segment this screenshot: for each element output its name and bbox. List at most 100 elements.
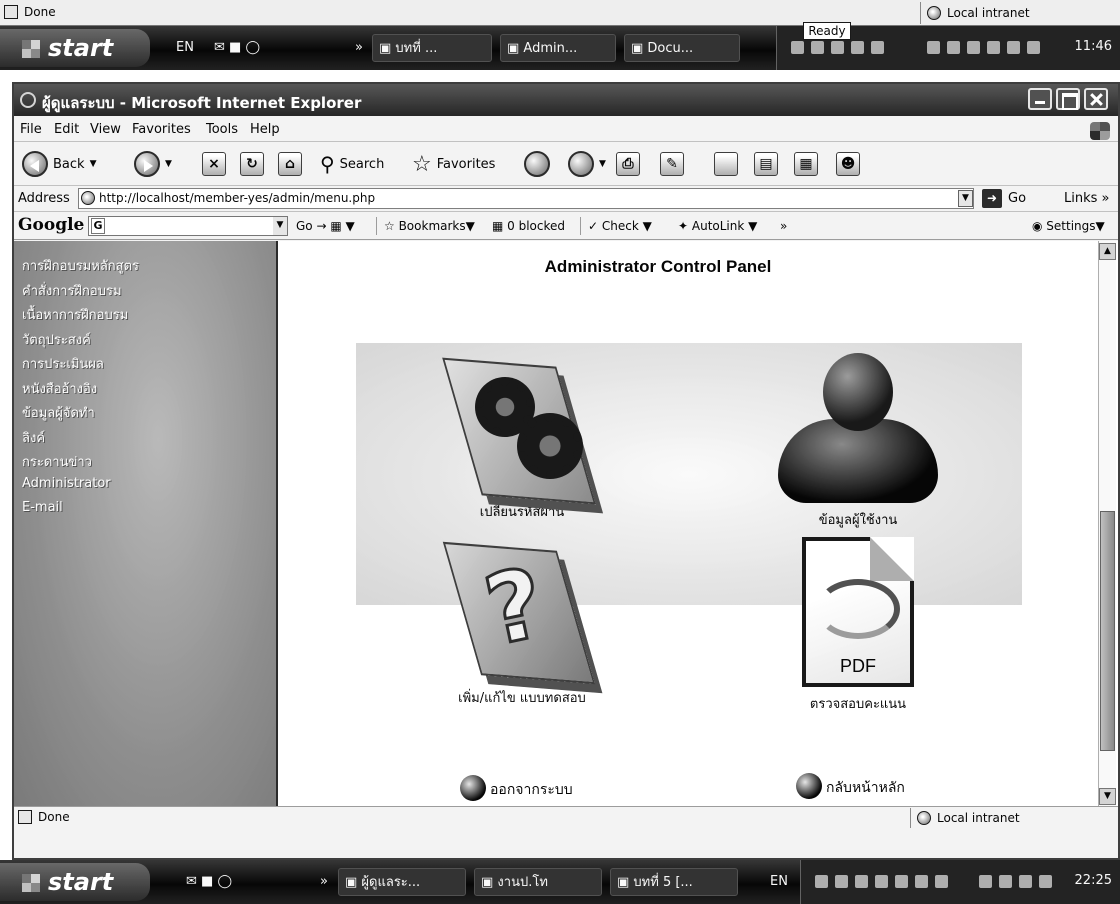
search-button[interactable]: ⚲ Search: [320, 148, 384, 180]
sidebar-item-training-content[interactable]: เนื้อหาการฝึกอบรม: [22, 304, 139, 329]
menu-favorites[interactable]: Favorites: [132, 122, 191, 137]
back-button[interactable]: Back ▼: [22, 148, 96, 180]
forward-button[interactable]: ▼: [134, 148, 172, 180]
ie-zone: Local intranet: [910, 808, 1110, 828]
menu-file[interactable]: File: [20, 122, 42, 137]
sidebar-item-administrator[interactable]: Administrator: [22, 476, 139, 501]
menu-edit[interactable]: Edit: [54, 122, 79, 137]
tray-icon[interactable]: [871, 41, 884, 54]
sidebar-item-email[interactable]: E-mail: [22, 500, 139, 525]
address-dropdown-icon[interactable]: ▼: [958, 190, 973, 207]
chevron-down-icon[interactable]: ▼: [273, 217, 287, 235]
logout-link[interactable]: ออกจากระบบ: [460, 775, 573, 801]
print-button[interactable]: ⎙: [616, 148, 640, 180]
tray-icon[interactable]: [875, 875, 888, 888]
edit-button[interactable]: ✎: [660, 148, 684, 180]
scroll-thumb[interactable]: [1100, 511, 1115, 751]
autolink-button[interactable]: ✦ AutoLink ▼: [678, 219, 757, 233]
sidebar-item-training-course[interactable]: การฝึกอบรมหลักสูตร: [22, 255, 139, 280]
messenger-button[interactable]: ▦: [794, 148, 818, 180]
sidebar-item-evaluation[interactable]: การประเมินผล: [22, 353, 139, 378]
window-titlebar[interactable]: ผู้ดูแลระบบ - Microsoft Internet Explore…: [14, 84, 1118, 116]
language-indicator[interactable]: EN: [176, 38, 194, 58]
research-button[interactable]: ▤: [754, 148, 778, 180]
tray-icon[interactable]: [947, 41, 960, 54]
home-button[interactable]: ⌂: [278, 148, 302, 180]
tray-icon[interactable]: [1027, 41, 1040, 54]
tray-icon[interactable]: [935, 875, 948, 888]
tray-icon[interactable]: [1039, 875, 1052, 888]
taskbar-item-1[interactable]: ▣ Admin...: [500, 34, 616, 62]
tray-icon[interactable]: [835, 875, 848, 888]
discuss-button[interactable]: [714, 148, 738, 180]
stop-button[interactable]: ×: [202, 148, 226, 180]
sidebar-item-references[interactable]: หนังสืออ้างอิง: [22, 378, 139, 403]
address-input[interactable]: http://localhost/member-yes/admin/menu.p…: [78, 188, 974, 209]
user-info-tile[interactable]: ข้อมูลผู้ใช้งาน: [758, 353, 958, 530]
mail-button[interactable]: ▼: [568, 148, 606, 180]
start-button[interactable]: start: [0, 29, 150, 67]
minimize-button[interactable]: [1028, 88, 1052, 110]
tray-icon[interactable]: [927, 41, 940, 54]
popup-blocker-button[interactable]: ▦ 0 blocked: [492, 219, 565, 233]
tray-icon[interactable]: [999, 875, 1012, 888]
vertical-scrollbar[interactable]: ▲ ▼: [1048, 241, 1118, 807]
tray-icon[interactable]: [811, 41, 824, 54]
quicklaunch-chevron[interactable]: »: [355, 38, 363, 58]
taskbar-item-0[interactable]: ▣ บทที่ ...: [372, 34, 492, 62]
tray-clock[interactable]: 22:25: [1075, 873, 1112, 888]
tray-icon[interactable]: [895, 875, 908, 888]
google-go-button[interactable]: Go → ▦ ▼: [296, 219, 355, 233]
messenger-button[interactable]: ☻: [836, 148, 860, 180]
ie-status-done: Done: [18, 810, 70, 824]
maximize-button[interactable]: [1056, 88, 1080, 110]
taskbar-item-0[interactable]: ▣ ผู้ดูแลระ...: [338, 868, 466, 896]
edit-quiz-tile[interactable]: ? เพิ่ม/แก้ไข แบบทดสอบ: [422, 541, 622, 708]
menu-tools[interactable]: Tools: [206, 122, 238, 137]
tray-icon[interactable]: [987, 41, 1000, 54]
tray-icon[interactable]: [831, 41, 844, 54]
sidebar-item-links[interactable]: ลิงค์: [22, 427, 139, 452]
taskbar-item-2[interactable]: ▣ Docu...: [624, 34, 740, 62]
language-indicator[interactable]: EN: [770, 872, 788, 892]
settings-button[interactable]: ◉ Settings▼: [1032, 219, 1105, 233]
tray-icon[interactable]: [815, 875, 828, 888]
tray-icon[interactable]: [851, 41, 864, 54]
google-search-input[interactable]: G ▼: [88, 216, 288, 236]
tray-icon[interactable]: [791, 41, 804, 54]
start-button[interactable]: start: [0, 863, 150, 901]
bookmarks-button[interactable]: ☆ Bookmarks▼: [384, 219, 475, 233]
favorites-button[interactable]: ☆ Favorites: [412, 148, 495, 180]
taskbar-item-2[interactable]: ▣ บทที่ 5 [...: [610, 868, 738, 896]
tray-icon[interactable]: [855, 875, 868, 888]
scroll-down-icon[interactable]: ▼: [1099, 788, 1116, 805]
scroll-track[interactable]: ▲ ▼: [1098, 241, 1116, 807]
go-button[interactable]: ➜ Go: [982, 189, 1026, 208]
tray-clock[interactable]: 11:46: [1075, 39, 1112, 54]
scroll-up-icon[interactable]: ▲: [1099, 243, 1116, 260]
taskbar-item-1[interactable]: ▣ งานป.โท: [474, 868, 602, 896]
tray-icon[interactable]: [967, 41, 980, 54]
history-button[interactable]: [524, 148, 550, 180]
tray-icon[interactable]: [1019, 875, 1032, 888]
sidebar-item-training-order[interactable]: คำสั่งการฝึกอบรม: [22, 280, 139, 305]
refresh-button[interactable]: ↻: [240, 148, 264, 180]
check-score-tile[interactable]: PDF ตรวจสอบคะแนน: [758, 537, 958, 714]
toolbar-overflow-chevron[interactable]: »: [780, 219, 787, 233]
change-password-tile[interactable]: เปลี่ยนรหัสผ่าน: [422, 355, 622, 522]
links-button[interactable]: Links »: [1064, 191, 1110, 206]
tray-icon[interactable]: [915, 875, 928, 888]
quicklaunch-icons[interactable]: ✉ ■ ◯: [214, 38, 260, 58]
close-button[interactable]: [1084, 88, 1108, 110]
quicklaunch-chevron[interactable]: »: [320, 872, 328, 892]
sidebar-item-authors[interactable]: ข้อมูลผู้จัดทำ: [22, 402, 139, 427]
menu-help[interactable]: Help: [250, 122, 280, 137]
tray-icon[interactable]: [979, 875, 992, 888]
sidebar-item-webboard[interactable]: กระดานข่าว: [22, 451, 139, 476]
quicklaunch-icons[interactable]: ✉ ■ ◯: [186, 872, 232, 892]
sidebar-item-objectives[interactable]: วัตถุประสงค์: [22, 329, 139, 354]
tray-icon[interactable]: [1007, 41, 1020, 54]
menu-view[interactable]: View: [90, 122, 121, 137]
spellcheck-button[interactable]: ✓ Check ▼: [588, 219, 652, 233]
home-link[interactable]: กลับหน้าหลัก: [796, 773, 905, 799]
